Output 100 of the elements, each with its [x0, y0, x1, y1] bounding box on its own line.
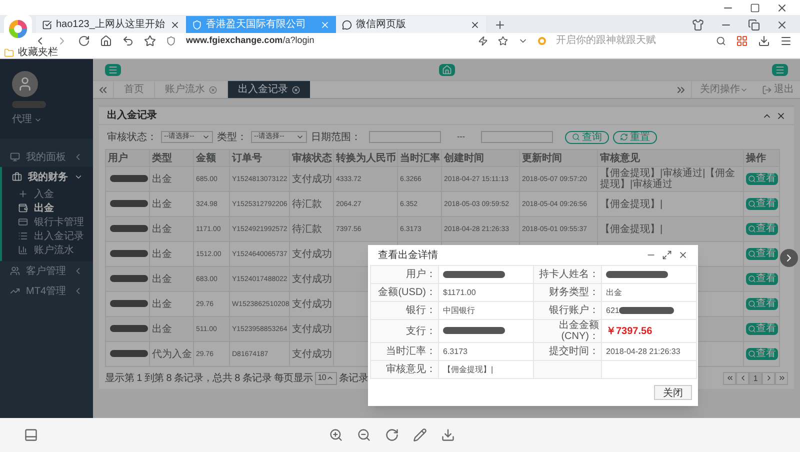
- redacted-mark: [12, 101, 46, 108]
- column-header: 更新时间: [522, 152, 562, 164]
- view-button[interactable]: 查看: [746, 173, 778, 185]
- maximize-icon[interactable]: [750, 2, 760, 12]
- menu-icon[interactable]: [780, 34, 792, 46]
- close-icon[interactable]: [678, 250, 688, 260]
- folder-icon: [4, 48, 14, 58]
- edit-icon[interactable]: [413, 428, 427, 442]
- avatar[interactable]: [12, 71, 38, 97]
- sidebar-item[interactable]: 客户管理: [0, 261, 93, 281]
- filter-label: 类型：: [217, 130, 247, 144]
- field-label: 用户：: [406, 269, 436, 280]
- search-button[interactable]: 查询: [565, 130, 609, 144]
- close-icon[interactable]: [776, 2, 788, 14]
- last-page-button[interactable]: [775, 372, 788, 384]
- sidebar-item[interactable]: 我的面板: [0, 147, 93, 167]
- view-button[interactable]: 查看: [746, 323, 778, 335]
- date-field[interactable]: [369, 131, 441, 143]
- field-label: 出金金额(CNY)：: [559, 320, 599, 342]
- column-header: 审核意见: [600, 152, 640, 164]
- view-button[interactable]: 查看: [746, 348, 778, 360]
- close-icon[interactable]: [776, 110, 786, 120]
- field-value: 6.3173: [443, 347, 468, 356]
- column-header: 创建时间: [444, 152, 484, 164]
- zoom-in-icon[interactable]: [329, 428, 343, 442]
- person-icon: [17, 76, 33, 92]
- favorite-icon[interactable]: [144, 34, 156, 46]
- reload-icon[interactable]: [78, 34, 90, 46]
- panel-icon[interactable]: [24, 428, 38, 442]
- apps-icon[interactable]: [736, 34, 748, 46]
- page-button[interactable]: 1: [749, 372, 762, 384]
- view-button[interactable]: 查看: [746, 223, 778, 235]
- close-operations-dropdown[interactable]: 关闭操作: [691, 81, 756, 98]
- column-header: 操作: [746, 152, 766, 164]
- browser-tab[interactable]: 香港盈天国际有限公司: [186, 16, 336, 33]
- checkbox-icon: [42, 20, 52, 30]
- bookmark-bar-label[interactable]: 收藏夹栏: [18, 48, 58, 58]
- date-field[interactable]: [481, 131, 553, 143]
- field-label: 金额(USD)：: [378, 287, 436, 298]
- table-cell: 支付成功: [292, 298, 332, 310]
- tab-close-icon[interactable]: [170, 20, 180, 30]
- menu-icon: [775, 64, 785, 74]
- address-field[interactable]: www.fgiexchange.com/a?login: [186, 34, 468, 48]
- undo-icon[interactable]: [122, 34, 134, 46]
- search-field[interactable]: 开启你的跟神就跟天赋: [556, 33, 706, 48]
- table-cell: 出金: [152, 248, 172, 260]
- redacted-mark: [619, 306, 674, 314]
- field-value: 【佣金提现】|: [443, 365, 494, 374]
- home-icon[interactable]: [100, 34, 112, 46]
- download-icon[interactable]: [441, 428, 455, 442]
- download-icon[interactable]: [758, 34, 770, 46]
- engine-icon: [538, 36, 546, 44]
- submenu-item[interactable]: 出金: [2, 201, 93, 215]
- page-tab[interactable]: 出入金记录: [227, 81, 310, 98]
- submenu-item[interactable]: 银行卡管理: [2, 215, 93, 229]
- sidebar-item[interactable]: MT4管理: [0, 281, 93, 301]
- new-tab-icon[interactable]: [494, 19, 506, 31]
- column-header: 转换为人民币: [336, 152, 396, 164]
- submenu-item[interactable]: 账户流水: [2, 243, 93, 257]
- column-header: 当时汇率: [400, 152, 440, 164]
- zoom-out-icon[interactable]: [357, 428, 371, 442]
- submenu-item[interactable]: 出入金记录: [2, 229, 93, 243]
- table-cell: 出金: [152, 274, 172, 284]
- caret-icon: [296, 133, 304, 141]
- search-icon[interactable]: [716, 36, 726, 46]
- field-label: 审核意见：: [386, 364, 436, 375]
- page-tab[interactable]: 首页: [113, 81, 154, 98]
- maximize-icon[interactable]: [662, 250, 672, 260]
- list-icon: [18, 231, 28, 241]
- close-button[interactable]: 关闭: [654, 385, 692, 400]
- table-cell: 【佣金提现】|: [600, 198, 663, 210]
- view-button[interactable]: 查看: [746, 298, 778, 310]
- chat-icon: [342, 20, 352, 30]
- restore-icon[interactable]: [748, 19, 760, 31]
- chart-icon: [10, 286, 20, 296]
- browser-tab[interactable]: 微信网页版: [336, 16, 486, 33]
- view-button[interactable]: 查看: [746, 273, 778, 285]
- lightning-icon[interactable]: [478, 36, 488, 46]
- logout-link[interactable]: 退出: [756, 81, 800, 98]
- browser-tab[interactable]: hao123_上网从这里开始: [36, 16, 186, 33]
- table-cell: 待汇款: [292, 224, 322, 234]
- home-icon: [442, 64, 452, 74]
- page-size-select[interactable]: 10: [314, 372, 338, 384]
- submenu-item[interactable]: 入金: [2, 187, 93, 201]
- view-button[interactable]: 查看: [746, 248, 778, 260]
- star-icon[interactable]: [498, 36, 508, 46]
- tab-close-icon[interactable]: [470, 20, 480, 30]
- rotate-icon[interactable]: [385, 428, 399, 442]
- reset-button[interactable]: 重置: [613, 130, 657, 144]
- field-label: 支行：: [406, 326, 436, 336]
- first-page-button[interactable]: [723, 372, 736, 384]
- shield-icon: [192, 20, 202, 30]
- view-button[interactable]: 查看: [746, 198, 778, 210]
- close-icon[interactable]: [776, 19, 788, 31]
- role-dropdown[interactable]: 代理: [12, 112, 42, 127]
- redacted-mark: [110, 175, 148, 182]
- table-cell: 待汇款: [292, 198, 322, 210]
- sidebar-item[interactable]: 我的财务: [2, 167, 93, 187]
- redacted-mark: [443, 270, 505, 278]
- skin-icon[interactable]: [692, 19, 704, 31]
